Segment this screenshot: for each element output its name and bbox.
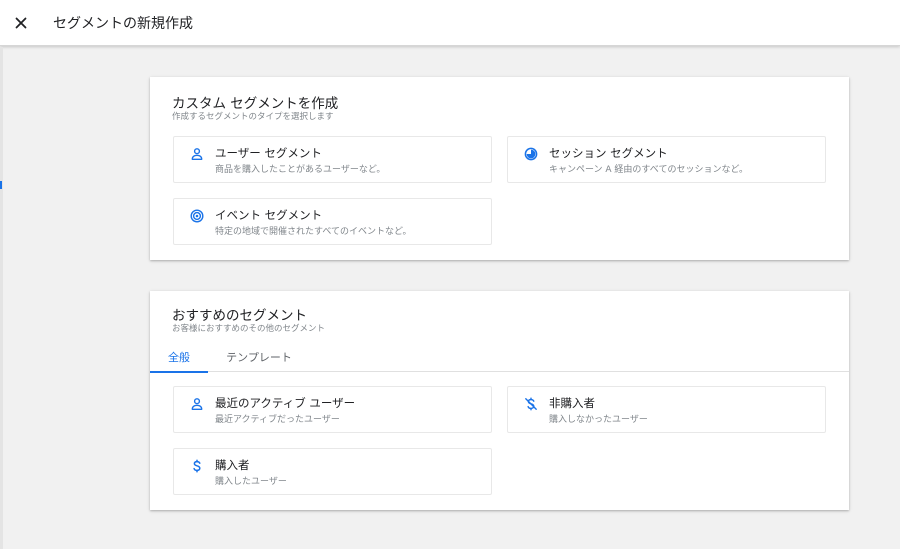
- tab-label: 全般: [168, 350, 190, 364]
- suggested-segment-card: おすすめのセグメント お客様におすすめのその他のセグメント 全般 テンプレート …: [150, 291, 849, 510]
- dollar-icon: [190, 459, 204, 473]
- suggested-segment-subtitle: お客様におすすめのその他のセグメント: [172, 324, 326, 334]
- close-icon: [15, 17, 27, 29]
- event-segment-option[interactable]: イベント セグメント 特定の地域で開催されたすべてのイベントなど。: [173, 198, 492, 245]
- left-edge-marker: [0, 181, 2, 189]
- person-icon: [190, 147, 204, 161]
- custom-segment-title: カスタム セグメントを作成: [172, 96, 339, 112]
- user-segment-option[interactable]: ユーザー セグメント 商品を購入したことがあるユーザーなど。: [173, 136, 492, 183]
- tab-general[interactable]: 全般: [150, 341, 208, 373]
- event-icon: [190, 209, 204, 223]
- option-title: 購入者: [215, 458, 250, 472]
- recent-active-users-option[interactable]: 最近のアクティブ ユーザー 最近アクティブだったユーザー: [173, 386, 492, 433]
- option-title: セッション セグメント: [549, 146, 668, 160]
- session-icon: [524, 147, 538, 161]
- option-description: 購入しなかったユーザー: [549, 415, 648, 425]
- custom-segment-card: カスタム セグメントを作成 作成するセグメントのタイプを選択します ユーザー セ…: [150, 77, 849, 260]
- option-title: 最近のアクティブ ユーザー: [215, 396, 356, 410]
- option-description: 購入したユーザー: [215, 477, 287, 487]
- option-description: 最近アクティブだったユーザー: [215, 415, 340, 425]
- active-tab-indicator: [150, 371, 208, 373]
- option-description: 商品を購入したことがあるユーザーなど。: [215, 165, 386, 175]
- left-edge-panel: [0, 47, 3, 549]
- segment-tabs: 全般 テンプレート: [150, 341, 849, 373]
- tab-label: テンプレート: [226, 350, 292, 364]
- option-description: 特定の地域で開催されたすべてのイベントなど。: [215, 227, 412, 237]
- custom-segment-subtitle: 作成するセグメントのタイプを選択します: [172, 112, 334, 122]
- person-icon: [190, 397, 204, 411]
- close-button[interactable]: [11, 13, 31, 33]
- option-title: 非購入者: [549, 396, 595, 410]
- option-title: イベント セグメント: [215, 208, 323, 222]
- suggested-segment-title: おすすめのセグメント: [172, 308, 307, 324]
- money-off-icon: [524, 397, 538, 411]
- option-title: ユーザー セグメント: [215, 146, 322, 160]
- option-description: キャンペーン A 経由のすべてのセッションなど。: [549, 165, 748, 175]
- tab-template[interactable]: テンプレート: [218, 341, 300, 372]
- non-purchasers-option[interactable]: 非購入者 購入しなかったユーザー: [507, 386, 826, 433]
- purchasers-option[interactable]: 購入者 購入したユーザー: [173, 448, 492, 495]
- top-app-bar: セグメントの新規作成: [0, 0, 900, 46]
- page-title: セグメントの新規作成: [53, 16, 193, 32]
- session-segment-option[interactable]: セッション セグメント キャンペーン A 経由のすべてのセッションなど。: [507, 136, 826, 183]
